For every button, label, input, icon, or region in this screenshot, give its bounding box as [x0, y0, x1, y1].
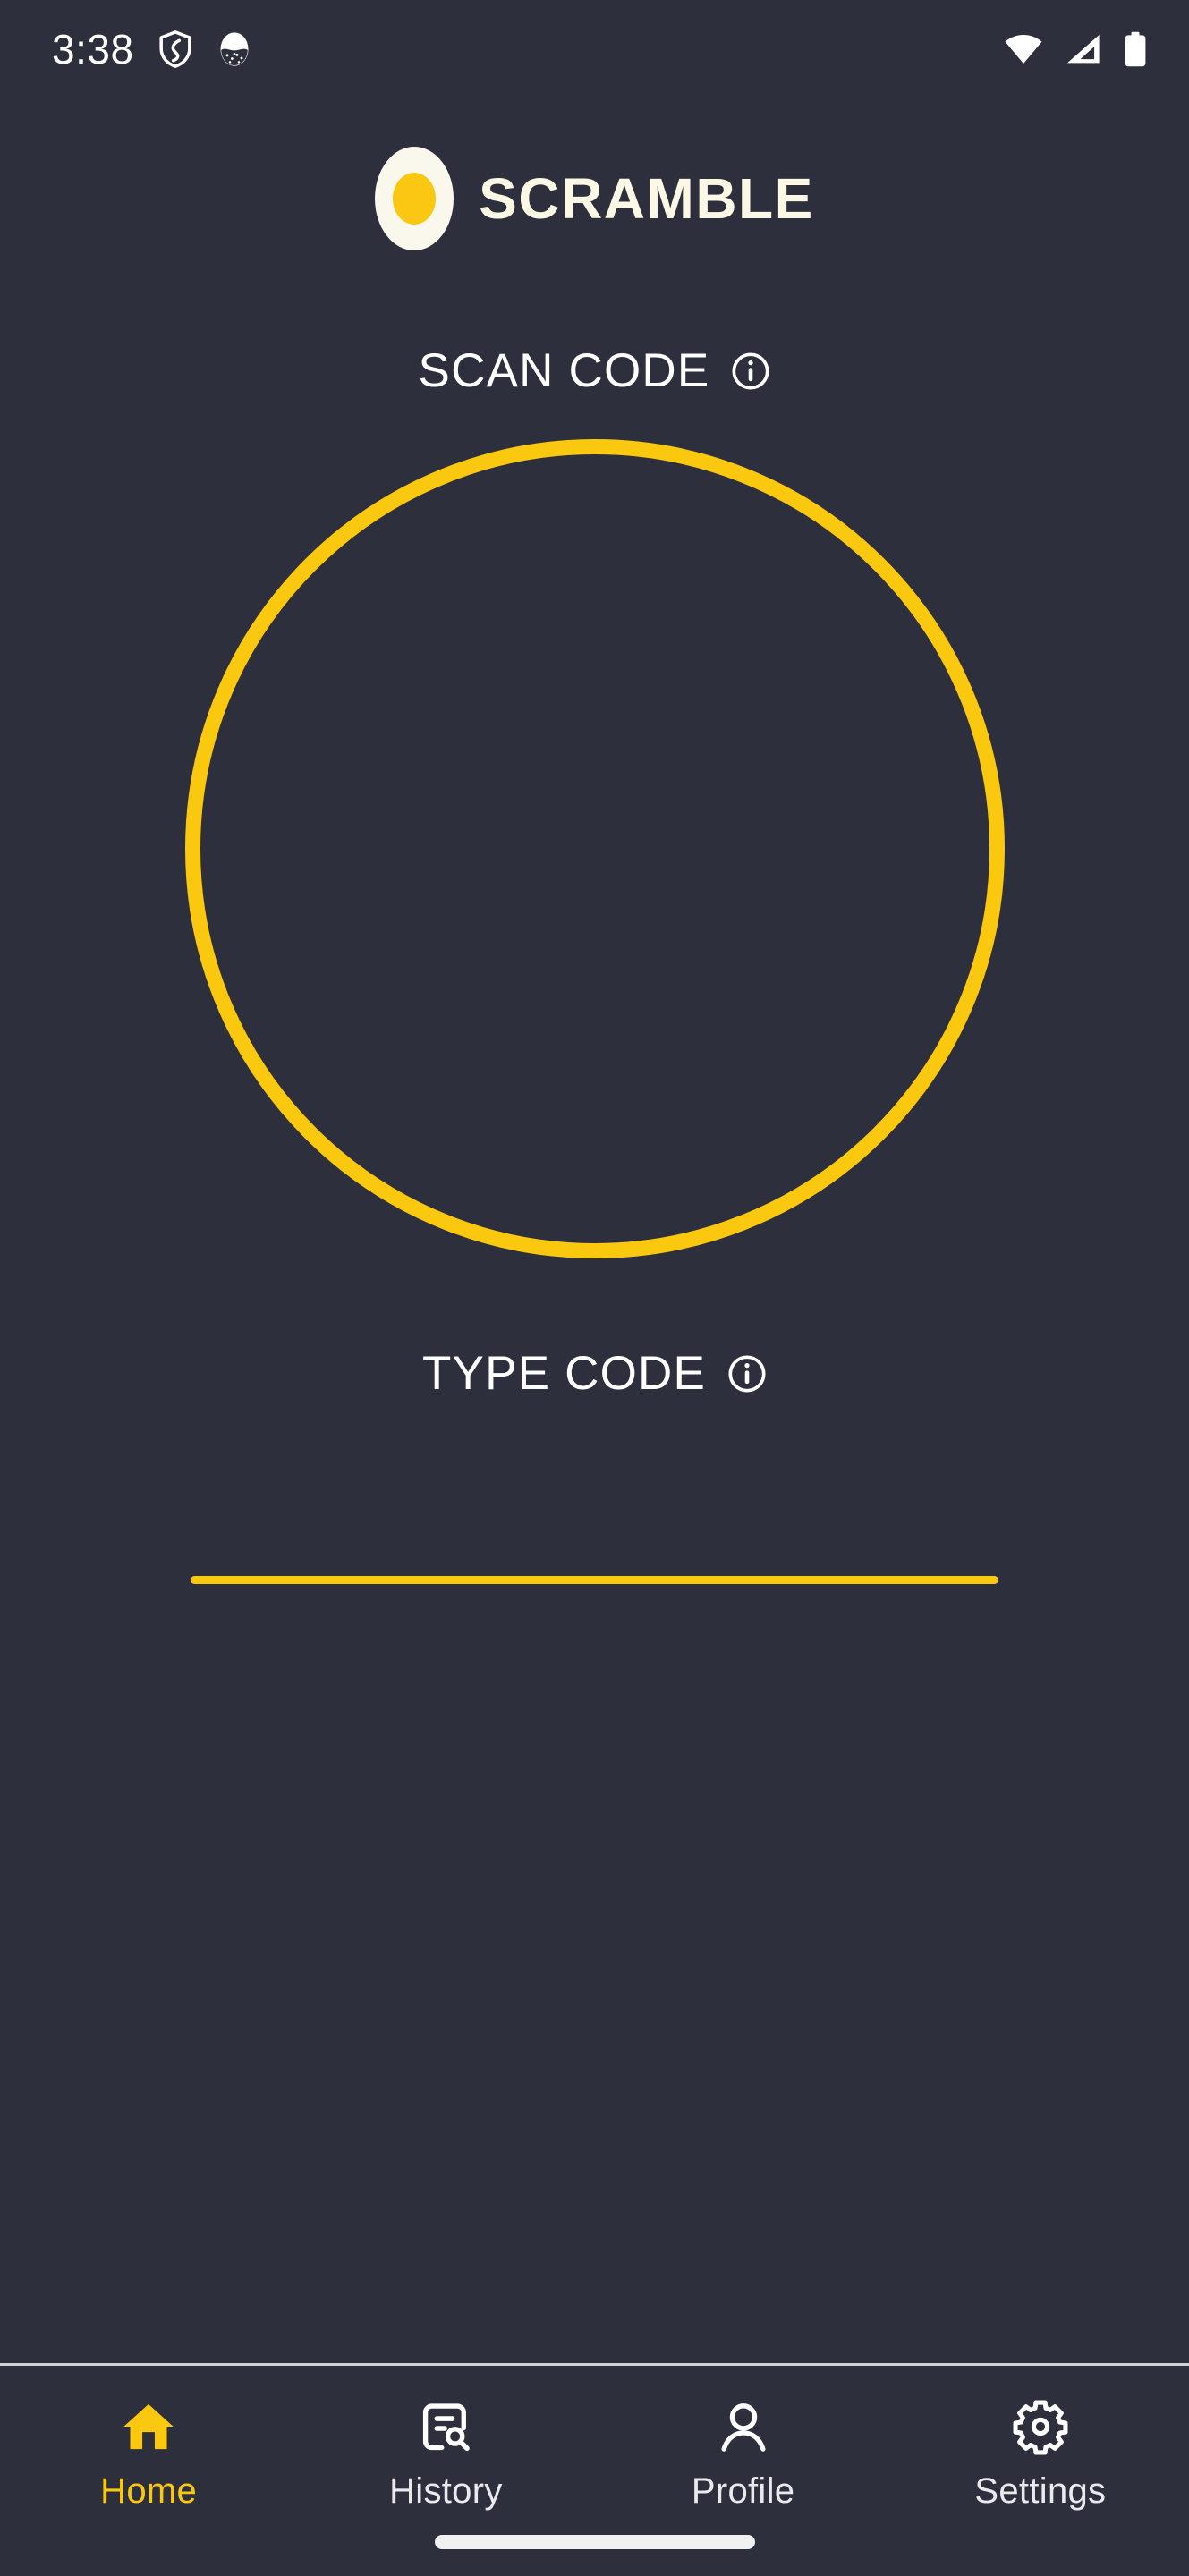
type-code-header: TYPE CODE — [0, 1350, 1189, 1397]
egg-yolk — [393, 173, 437, 225]
status-bar: 3:38 — [0, 0, 1189, 98]
status-bar-left: 3:38 — [52, 29, 252, 70]
type-code-info-icon[interactable] — [727, 1354, 767, 1394]
code-input[interactable] — [191, 1503, 998, 1576]
nav-label-settings: Settings — [974, 2471, 1107, 2511]
nav-label-profile: Profile — [691, 2471, 795, 2511]
wifi-icon — [1005, 35, 1042, 64]
type-code-section: TYPE CODE — [0, 1350, 1189, 1584]
app-screen: 3:38 SCRAMBLE SCAN CODE TYPE CODE Home H… — [0, 0, 1189, 2576]
home-indicator-wrapper — [0, 2535, 1189, 2549]
status-bar-right — [1003, 30, 1148, 68]
home-indicator[interactable] — [434, 2535, 755, 2549]
code-field — [191, 1503, 998, 1584]
code-input-underline — [191, 1576, 998, 1584]
egg-logo-icon — [375, 147, 454, 250]
nav-label-history: History — [389, 2471, 503, 2511]
home-icon — [123, 2403, 174, 2450]
scanner-viewfinder-area[interactable] — [0, 439, 1189, 1258]
nav-item-profile[interactable]: Profile — [595, 2398, 892, 2509]
status-bar-clock: 3:38 — [52, 26, 134, 72]
code-field-wrapper — [0, 1503, 1189, 1584]
shield-icon — [158, 30, 191, 68]
nav-item-history[interactable]: History — [297, 2398, 594, 2509]
cellular-signal-icon — [1067, 35, 1100, 64]
scan-code-label: SCAN CODE — [418, 344, 710, 397]
nav-item-settings[interactable]: Settings — [892, 2398, 1189, 2509]
profile-icon — [721, 2403, 766, 2452]
nav-label-home: Home — [100, 2471, 198, 2511]
qr-scanner-ring[interactable] — [184, 439, 1005, 1258]
type-code-label: TYPE CODE — [421, 1347, 707, 1400]
battery-icon — [1125, 31, 1146, 67]
app-header: SCRAMBLE — [0, 147, 1189, 250]
scan-code-header: SCAN CODE — [0, 347, 1189, 394]
app-notification-icon — [220, 32, 249, 66]
nav-item-home[interactable]: Home — [0, 2398, 297, 2509]
page-title: SCRAMBLE — [479, 166, 814, 231]
scan-code-info-icon[interactable] — [731, 352, 770, 391]
settings-icon — [1013, 2400, 1068, 2455]
history-icon — [423, 2403, 471, 2452]
